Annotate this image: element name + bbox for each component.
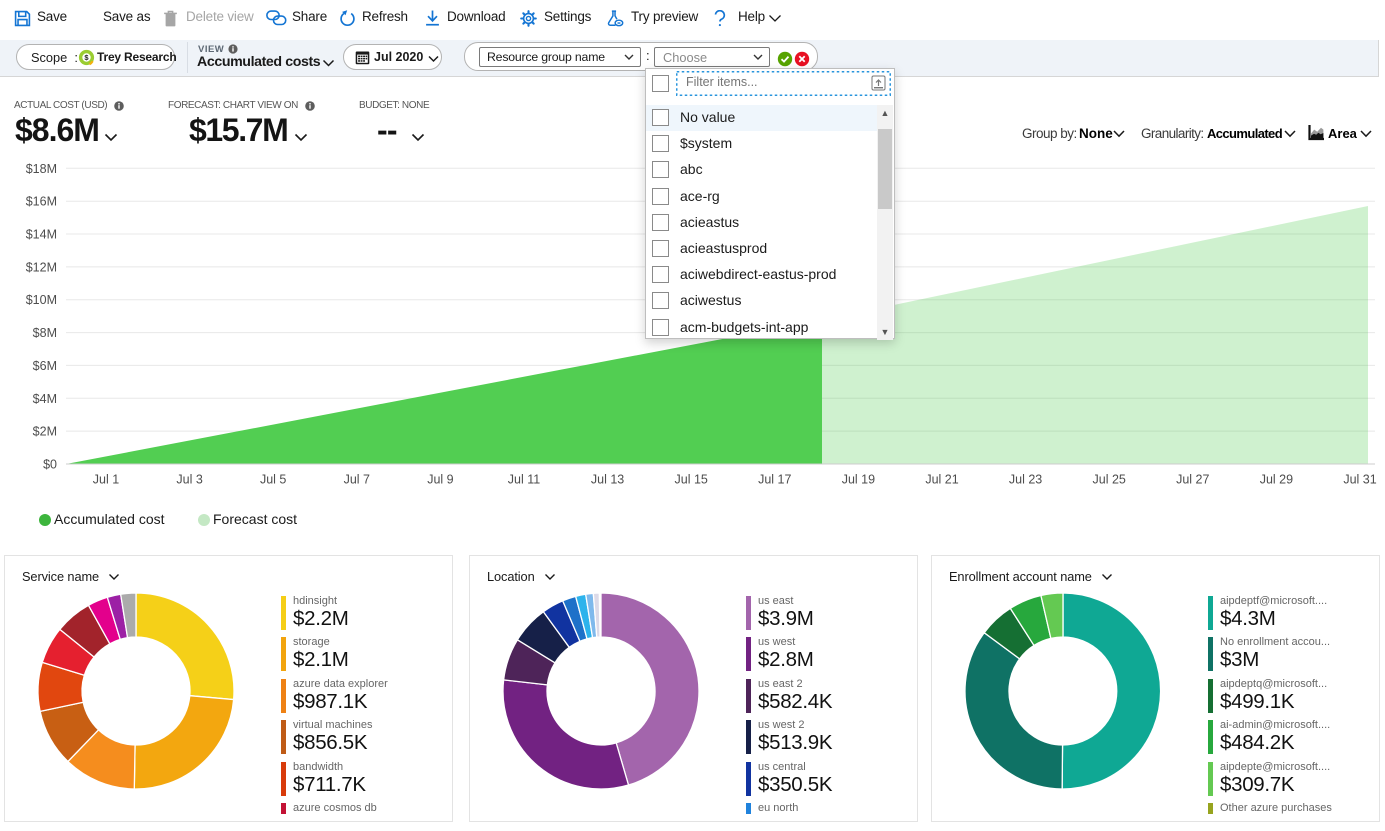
svg-text:Jul 5: Jul 5 bbox=[260, 473, 286, 487]
svg-text:Jul 3: Jul 3 bbox=[176, 473, 202, 487]
svg-text:Jul 27: Jul 27 bbox=[1176, 473, 1209, 487]
svg-text:Jul 7: Jul 7 bbox=[344, 473, 370, 487]
svg-text:Jul 13: Jul 13 bbox=[591, 473, 624, 487]
svg-text:Jul 19: Jul 19 bbox=[842, 473, 875, 487]
svg-text:$8M: $8M bbox=[33, 326, 57, 340]
svg-text:Jul 21: Jul 21 bbox=[925, 473, 958, 487]
svg-text:Jul 11: Jul 11 bbox=[508, 473, 540, 487]
svg-text:Jul 25: Jul 25 bbox=[1093, 473, 1126, 487]
svg-text:$4M: $4M bbox=[33, 392, 57, 406]
svg-text:$12M: $12M bbox=[26, 260, 57, 274]
svg-text:Jul 29: Jul 29 bbox=[1260, 473, 1293, 487]
svg-text:$6M: $6M bbox=[33, 359, 57, 373]
svg-text:$16M: $16M bbox=[26, 195, 57, 209]
svg-text:$0: $0 bbox=[43, 458, 57, 472]
svg-text:Jul 1: Jul 1 bbox=[93, 473, 119, 487]
svg-text:$10M: $10M bbox=[26, 293, 57, 307]
svg-text:Jul 31: Jul 31 bbox=[1343, 473, 1376, 487]
svg-text:$2M: $2M bbox=[33, 425, 57, 439]
svg-text:Jul 17: Jul 17 bbox=[758, 473, 791, 487]
svg-text:Jul 15: Jul 15 bbox=[675, 473, 708, 487]
svg-text:Jul 23: Jul 23 bbox=[1009, 473, 1042, 487]
svg-text:$14M: $14M bbox=[26, 228, 57, 242]
svg-text:$18M: $18M bbox=[26, 162, 57, 176]
svg-text:Jul 9: Jul 9 bbox=[427, 473, 453, 487]
